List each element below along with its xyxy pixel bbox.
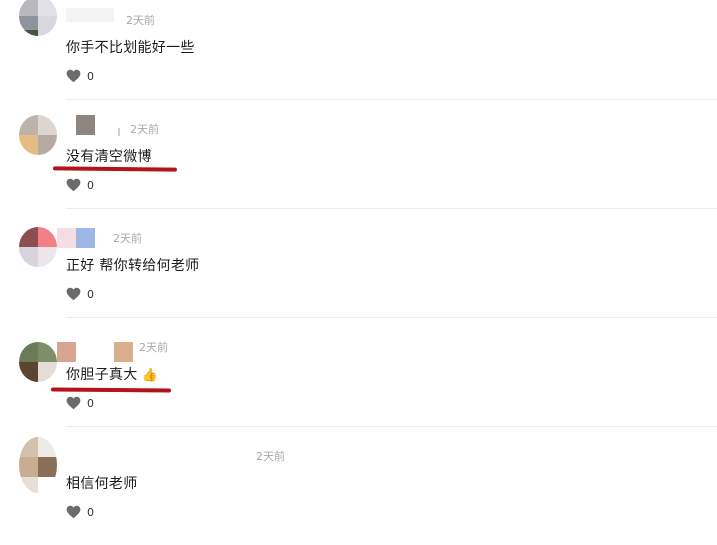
like-button[interactable]: 0	[66, 178, 94, 192]
heart-icon	[66, 69, 81, 83]
heart-icon	[66, 505, 81, 519]
heart-icon	[66, 287, 81, 301]
like-button[interactable]: 0	[66, 505, 94, 519]
comment-item: 2天前 没有清空微博 0	[0, 109, 717, 218]
comment-text: 你胆子真大 👍	[66, 364, 158, 384]
comment-text: 你手不比划能好一些	[66, 40, 195, 56]
divider	[66, 317, 717, 318]
like-count: 0	[87, 505, 94, 519]
divider	[66, 426, 717, 427]
comment-text-body: 你胆子真大	[66, 367, 138, 383]
comment-time: 2天前	[130, 123, 159, 136]
comment-item: 2天前 你手不比划能好一些 0	[0, 0, 717, 109]
comment-item: 2天前 正好 帮你转给何老师 0	[0, 218, 717, 327]
like-count: 0	[87, 396, 94, 410]
heart-icon	[66, 396, 81, 410]
thumbs-up-icon: 👍	[141, 368, 158, 383]
comment-text: 正好 帮你转给何老师	[66, 258, 200, 274]
comment-text: 相信何老师	[66, 476, 138, 492]
heart-icon	[66, 178, 81, 192]
avatar[interactable]	[19, 342, 57, 382]
divider	[66, 208, 717, 209]
avatar[interactable]	[19, 227, 57, 267]
like-count: 0	[87, 287, 94, 301]
divider	[66, 99, 717, 100]
comment-item: 2天前 相信何老师 0	[0, 436, 717, 545]
like-button[interactable]: 0	[66, 287, 94, 301]
like-count: 0	[87, 178, 94, 192]
avatar[interactable]	[19, 0, 57, 36]
comment-time: 2天前	[256, 450, 285, 463]
like-button[interactable]: 0	[66, 69, 94, 83]
comment-time: 2天前	[126, 14, 155, 27]
like-button[interactable]: 0	[66, 396, 94, 410]
comment-time: 2天前	[113, 232, 142, 245]
comment-text: 没有清空微博	[66, 149, 152, 165]
comment-time: 2天前	[139, 341, 168, 354]
underline-mark	[52, 166, 178, 172]
underline-mark	[50, 387, 172, 393]
avatar[interactable]	[19, 115, 57, 155]
like-count: 0	[87, 69, 94, 83]
avatar[interactable]	[19, 437, 57, 493]
comment-item: 2天前 你胆子真大 👍 0	[0, 327, 717, 436]
